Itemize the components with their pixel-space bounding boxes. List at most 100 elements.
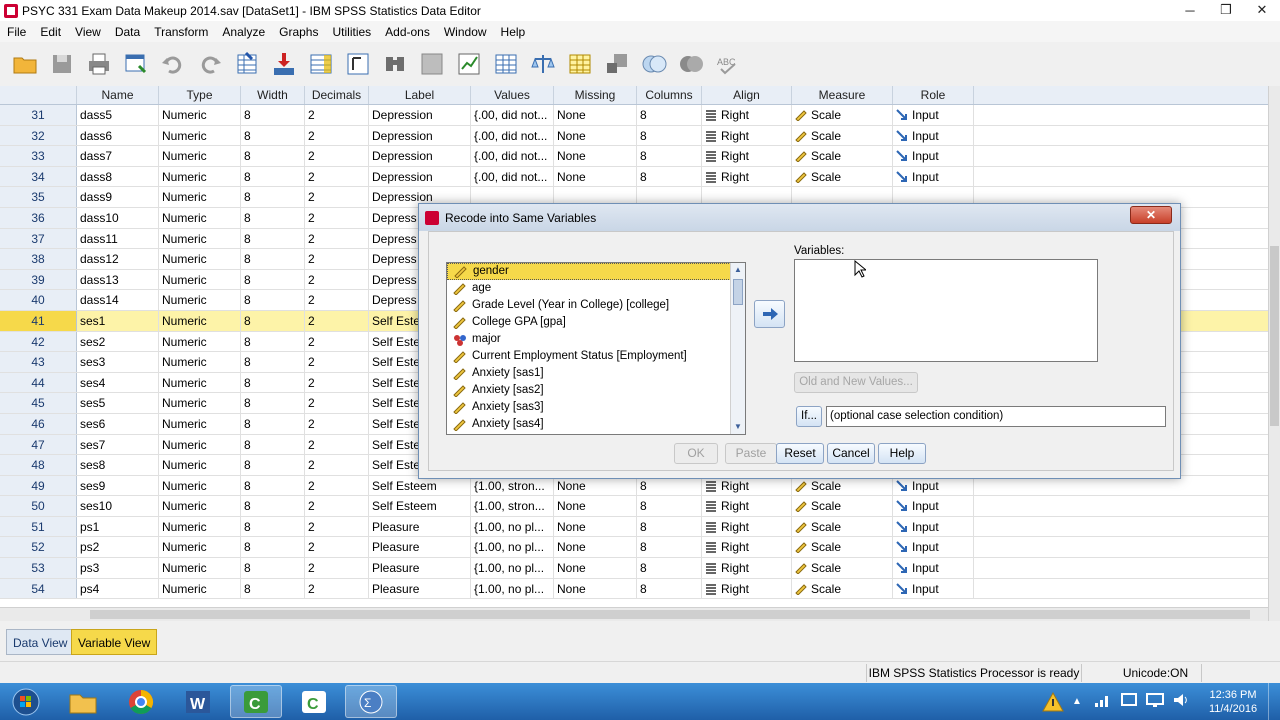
if-button[interactable]: If... — [796, 406, 822, 427]
cell-values[interactable]: {.00, did not... — [471, 146, 554, 166]
row-number[interactable]: 45 — [0, 393, 77, 413]
cell-name[interactable]: ses10 — [77, 496, 159, 516]
cell-label[interactable]: Pleasure — [369, 537, 471, 558]
cell-dec[interactable]: 2 — [305, 269, 369, 290]
cell-measure[interactable]: Scale — [792, 537, 893, 558]
cell-dec[interactable]: 2 — [305, 413, 369, 434]
print-icon[interactable] — [84, 49, 114, 79]
menu-add-ons[interactable]: Add-ons — [378, 25, 437, 39]
cell-type[interactable]: Numeric — [159, 496, 241, 516]
cell-width[interactable]: 8 — [241, 475, 305, 496]
cell-align[interactable]: Right — [702, 537, 792, 558]
row-number[interactable]: 36 — [0, 207, 77, 228]
menu-data[interactable]: Data — [108, 25, 147, 39]
cell-width[interactable]: 8 — [241, 537, 305, 558]
cell-width[interactable]: 8 — [241, 105, 305, 125]
cell-name[interactable]: dass8 — [77, 166, 159, 187]
cell-name[interactable]: dass7 — [77, 146, 159, 166]
cell-name[interactable]: ses3 — [77, 352, 159, 372]
cell-width[interactable]: 8 — [241, 187, 305, 207]
column-header-corner[interactable] — [0, 86, 77, 104]
tab-variable-view[interactable]: Variable View — [71, 629, 158, 655]
show-all-icon[interactable] — [639, 49, 669, 79]
table-row[interactable]: 33 dass7 Numeric 8 2 Depression {.00, did not.… — [0, 146, 1268, 167]
source-variable-list[interactable]: gender age Grade Level (Year in College) [… — [446, 262, 746, 435]
cell-align[interactable]: Right — [702, 125, 792, 146]
column-header-columns[interactable]: Columns — [637, 86, 702, 104]
cell-width[interactable]: 8 — [241, 413, 305, 434]
source-variable-item[interactable]: Grade Level (Year in College) [college] — [447, 297, 745, 314]
spelling-icon[interactable]: ABC — [713, 49, 743, 79]
cell-name[interactable]: dass6 — [77, 125, 159, 146]
row-number[interactable]: 39 — [0, 269, 77, 290]
horizontal-scrollbar[interactable] — [0, 607, 1268, 621]
cell-dec[interactable]: 2 — [305, 249, 369, 269]
cell-values[interactable]: {1.00, no pl... — [471, 516, 554, 537]
volume-icon[interactable] — [1172, 692, 1192, 711]
cell-name[interactable]: ses7 — [77, 434, 159, 455]
cell-dec[interactable]: 2 — [305, 187, 369, 207]
cell-type[interactable]: Numeric — [159, 558, 241, 578]
cell-dec[interactable]: 2 — [305, 434, 369, 455]
row-number[interactable]: 34 — [0, 166, 77, 187]
start-orb-icon[interactable] — [2, 685, 50, 718]
source-variable-item[interactable]: age — [447, 280, 745, 297]
row-number[interactable]: 43 — [0, 352, 77, 372]
row-number[interactable]: 42 — [0, 331, 77, 352]
cell-measure[interactable]: Scale — [792, 578, 893, 599]
cell-cols[interactable]: 8 — [637, 578, 702, 599]
cell-name[interactable]: dass12 — [77, 249, 159, 269]
maximize-button[interactable]: ❒ — [1208, 0, 1244, 20]
cell-role[interactable]: Input — [893, 105, 974, 125]
scroll-down-icon[interactable]: ▼ — [734, 423, 742, 431]
cell-measure[interactable]: Scale — [792, 516, 893, 537]
insert-variable-icon[interactable] — [454, 49, 484, 79]
cell-cols[interactable]: 8 — [637, 537, 702, 558]
vertical-scroll-thumb[interactable] — [1270, 246, 1279, 426]
help-button[interactable]: Help — [878, 443, 926, 464]
cell-type[interactable]: Numeric — [159, 413, 241, 434]
cell-type[interactable]: Numeric — [159, 310, 241, 331]
cell-measure[interactable]: Scale — [792, 146, 893, 166]
cell-name[interactable]: ses4 — [77, 372, 159, 393]
column-header-missing[interactable]: Missing — [554, 86, 637, 104]
cell-name[interactable]: dass5 — [77, 105, 159, 125]
table-row[interactable]: 32 dass6 Numeric 8 2 Depression {.00, did not.… — [0, 125, 1268, 147]
cell-name[interactable]: ses9 — [77, 475, 159, 496]
cell-type[interactable]: Numeric — [159, 537, 241, 558]
variables-icon[interactable] — [306, 49, 336, 79]
menu-help[interactable]: Help — [494, 25, 533, 39]
cell-missing[interactable]: None — [554, 496, 637, 516]
cell-measure[interactable]: Scale — [792, 558, 893, 578]
cell-values[interactable]: {1.00, no pl... — [471, 537, 554, 558]
source-variable-item[interactable]: Anxiety [sas1] — [447, 365, 745, 382]
cell-type[interactable]: Numeric — [159, 207, 241, 228]
cell-name[interactable]: dass14 — [77, 290, 159, 310]
cell-type[interactable]: Numeric — [159, 125, 241, 146]
dialog-recall-icon[interactable] — [121, 49, 151, 79]
cell-name[interactable]: ps3 — [77, 558, 159, 578]
cell-width[interactable]: 8 — [241, 166, 305, 187]
cell-type[interactable]: Numeric — [159, 455, 241, 475]
column-header-label[interactable]: Label — [369, 86, 471, 104]
column-header-name[interactable]: Name — [77, 86, 159, 104]
table-row[interactable]: 34 dass8 Numeric 8 2 Depression {.00, did not.… — [0, 166, 1268, 188]
cell-width[interactable]: 8 — [241, 290, 305, 310]
cell-dec[interactable]: 2 — [305, 125, 369, 146]
cell-label[interactable]: Depression — [369, 146, 471, 166]
target-variables-list[interactable] — [794, 259, 1098, 362]
cell-dec[interactable]: 2 — [305, 290, 369, 310]
cell-measure[interactable]: Scale — [792, 125, 893, 146]
cell-missing[interactable]: None — [554, 105, 637, 125]
cell-cols[interactable]: 8 — [637, 105, 702, 125]
show-desktop-button[interactable] — [1268, 683, 1280, 720]
row-number[interactable]: 49 — [0, 475, 77, 496]
horizontal-scroll-thumb[interactable] — [90, 610, 1250, 619]
cell-align[interactable]: Right — [702, 105, 792, 125]
cell-type[interactable]: Numeric — [159, 166, 241, 187]
source-variable-item[interactable]: Anxiety [sas2] — [447, 382, 745, 399]
row-number[interactable]: 37 — [0, 228, 77, 249]
cell-type[interactable]: Numeric — [159, 269, 241, 290]
insert-cases-icon[interactable] — [417, 49, 447, 79]
cell-values[interactable]: {1.00, stron... — [471, 496, 554, 516]
